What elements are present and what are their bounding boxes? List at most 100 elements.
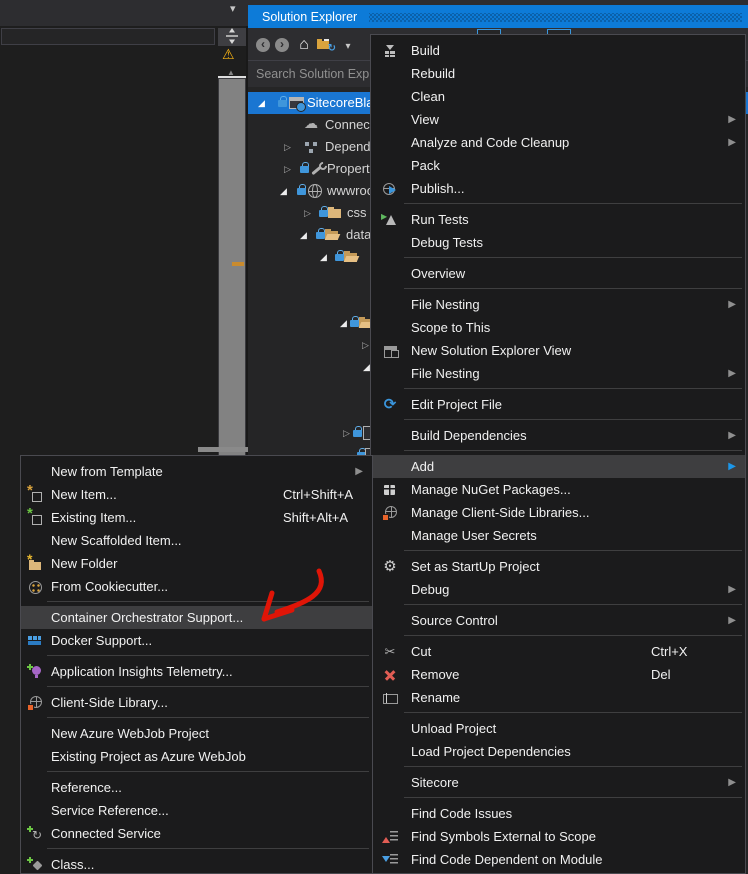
expander-closed-icon[interactable] bbox=[284, 162, 300, 176]
titlebar-grip bbox=[369, 13, 742, 22]
menu-item-label: Service Reference... bbox=[51, 799, 169, 822]
find-symbols-icon bbox=[382, 829, 398, 845]
menu-item-class[interactable]: Class... bbox=[21, 853, 372, 874]
menu-item-new-from-template[interactable]: New from Template▶ bbox=[21, 460, 372, 483]
menu-item-manage-nuget-packages[interactable]: Manage NuGet Packages... bbox=[371, 478, 745, 501]
expander-closed-icon[interactable] bbox=[304, 206, 320, 220]
lock-icon bbox=[297, 184, 307, 198]
editor-bottom-grip[interactable] bbox=[198, 447, 248, 452]
menu-item-manage-user-secrets[interactable]: Manage User Secrets bbox=[371, 524, 745, 547]
back-icon[interactable] bbox=[256, 37, 272, 53]
menu-separator bbox=[21, 652, 372, 660]
menu-item-rebuild[interactable]: Rebuild bbox=[371, 62, 745, 85]
menu-item-manage-client-side-libraries[interactable]: Manage Client-Side Libraries... bbox=[371, 501, 745, 524]
editor-header-box[interactable] bbox=[1, 28, 215, 45]
menu-item-label: View bbox=[411, 108, 439, 131]
menu-item-label: Container Orchestrator Support... bbox=[51, 606, 243, 629]
menu-item-clean[interactable]: Clean bbox=[371, 85, 745, 108]
expander-closed-icon[interactable] bbox=[284, 140, 300, 154]
menu-item-service-reference[interactable]: Service Reference... bbox=[21, 799, 372, 822]
menu-item-load-project-dependencies[interactable]: Load Project Dependencies bbox=[371, 740, 745, 763]
menu-item-label: New Solution Explorer View bbox=[411, 339, 571, 362]
menu-item-label: Connected Service bbox=[51, 822, 161, 845]
menu-item-reference[interactable]: Reference... bbox=[21, 776, 372, 799]
tree-item-label: data bbox=[346, 224, 371, 246]
scrollbar-change-marker bbox=[232, 262, 244, 266]
splitter-handle-icon[interactable] bbox=[218, 28, 246, 46]
menu-item-find-symbols-external-to-scope[interactable]: Find Symbols External to Scope bbox=[371, 825, 745, 848]
menu-separator bbox=[371, 601, 745, 609]
menu-item-connected-service[interactable]: Connected Service bbox=[21, 822, 372, 845]
menu-item-debug-tests[interactable]: Debug Tests bbox=[371, 231, 745, 254]
menu-item-existing-item[interactable]: Existing Item...Shift+Alt+A bbox=[21, 506, 372, 529]
solution-explorer-titlebar[interactable]: Solution Explorer bbox=[248, 5, 748, 28]
dropdown-caret-icon[interactable] bbox=[340, 37, 356, 53]
folder-icon bbox=[328, 206, 344, 220]
menu-item-cut[interactable]: CutCtrl+X bbox=[371, 640, 745, 663]
menu-item-from-cookiecutter[interactable]: From Cookiecutter... bbox=[21, 575, 372, 598]
scrollbar-thumb[interactable] bbox=[219, 79, 245, 459]
lock-icon bbox=[278, 96, 288, 110]
menu-separator bbox=[371, 632, 745, 640]
menu-item-source-control[interactable]: Source Control▶ bbox=[371, 609, 745, 632]
menu-item-add[interactable]: Add▶ bbox=[371, 455, 745, 478]
menu-item-label: Debug bbox=[411, 578, 449, 601]
menu-item-new-solution-explorer-view[interactable]: New Solution Explorer View bbox=[371, 339, 745, 362]
project-icon bbox=[289, 97, 304, 109]
menu-item-client-side-library[interactable]: Client-Side Library... bbox=[21, 691, 372, 714]
expander-open-icon[interactable] bbox=[258, 96, 274, 110]
menu-item-label: Find Code Dependent on Module bbox=[411, 848, 603, 871]
menu-item-sitecore[interactable]: Sitecore▶ bbox=[371, 771, 745, 794]
scrollbar-top-line bbox=[218, 76, 246, 78]
menu-item-label: Docker Support... bbox=[51, 629, 152, 652]
menu-item-new-item[interactable]: New Item...Ctrl+Shift+A bbox=[21, 483, 372, 506]
menu-item-run-tests[interactable]: Run Tests bbox=[371, 208, 745, 231]
gear-icon bbox=[382, 559, 398, 575]
sync-icon[interactable] bbox=[317, 37, 333, 53]
menu-item-unload-project[interactable]: Unload Project bbox=[371, 717, 745, 740]
run-tests-icon bbox=[382, 212, 398, 228]
menu-item-remove[interactable]: RemoveDel bbox=[371, 663, 745, 686]
menu-item-scope-to-this[interactable]: Scope to This bbox=[371, 316, 745, 339]
menu-item-overview[interactable]: Overview bbox=[371, 262, 745, 285]
menu-item-label: From Cookiecutter... bbox=[51, 575, 168, 598]
menu-item-new-folder[interactable]: New Folder bbox=[21, 552, 372, 575]
menu-item-existing-project-as-azure-webjob[interactable]: Existing Project as Azure WebJob bbox=[21, 745, 372, 768]
menu-item-new-scaffolded-item[interactable]: New Scaffolded Item... bbox=[21, 529, 372, 552]
menu-item-build-dependencies[interactable]: Build Dependencies▶ bbox=[371, 424, 745, 447]
menu-item-docker-support[interactable]: Docker Support... bbox=[21, 629, 372, 652]
menu-item-label: Rename bbox=[411, 686, 460, 709]
menu-item-publish[interactable]: Publish... bbox=[371, 177, 745, 200]
menu-item-pack[interactable]: Pack bbox=[371, 154, 745, 177]
home-icon[interactable] bbox=[296, 37, 312, 53]
menu-item-file-nesting[interactable]: File Nesting▶ bbox=[371, 293, 745, 316]
expander-open-icon[interactable] bbox=[280, 184, 296, 198]
menu-item-set-as-startup-project[interactable]: Set as StartUp Project bbox=[371, 555, 745, 578]
menu-item-new-azure-webjob-project[interactable]: New Azure WebJob Project bbox=[21, 722, 372, 745]
scrollbar-track[interactable] bbox=[218, 76, 246, 460]
menu-item-label: Remove bbox=[411, 663, 459, 686]
menu-item-view[interactable]: View▶ bbox=[371, 108, 745, 131]
remove-x-icon bbox=[382, 667, 398, 683]
tree-item-label: Depend bbox=[325, 136, 371, 158]
expander-open-icon[interactable] bbox=[320, 250, 336, 264]
menu-item-application-insights-telemetry[interactable]: Application Insights Telemetry... bbox=[21, 660, 372, 683]
menu-item-find-code-dependent-on-module[interactable]: Find Code Dependent on Module bbox=[371, 848, 745, 871]
menu-item-analyze-and-code-cleanup[interactable]: Analyze and Code Cleanup▶ bbox=[371, 131, 745, 154]
menu-separator bbox=[371, 200, 745, 208]
editor-menu-caret-icon[interactable]: ▾ bbox=[230, 2, 236, 15]
menu-item-debug[interactable]: Debug▶ bbox=[371, 578, 745, 601]
menu-item-label: Reference... bbox=[51, 776, 122, 799]
menu-item-find-code-issues[interactable]: Find Code Issues bbox=[371, 802, 745, 825]
menu-item-build[interactable]: Build bbox=[371, 39, 745, 62]
menu-item-file-nesting[interactable]: File Nesting▶ bbox=[371, 362, 745, 385]
expander-open-icon[interactable] bbox=[300, 228, 316, 242]
menu-item-label: Client-Side Library... bbox=[51, 691, 168, 714]
menu-item-container-orchestrator-support[interactable]: Container Orchestrator Support... bbox=[21, 606, 372, 629]
forward-icon[interactable] bbox=[275, 37, 291, 53]
menu-item-rename[interactable]: Rename bbox=[371, 686, 745, 709]
tree-item-label: Connec bbox=[325, 114, 370, 136]
menu-item-label: Edit Project File bbox=[411, 393, 502, 416]
menu-item-label: Debug Tests bbox=[411, 231, 483, 254]
menu-item-edit-project-file[interactable]: Edit Project File bbox=[371, 393, 745, 416]
